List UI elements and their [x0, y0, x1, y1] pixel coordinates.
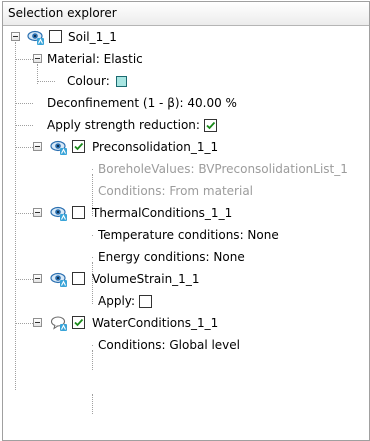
colour-row: Colour:	[67, 70, 127, 92]
tree-guide-line	[15, 103, 33, 104]
tree-item-volume-strain[interactable]: VolumeStrain_1_1	[3, 268, 369, 290]
tree-item-material[interactable]: Material: Elastic	[3, 48, 369, 70]
tree-guide-line	[37, 81, 55, 82]
collapse-icon[interactable]	[33, 142, 42, 151]
energy-conditions-label: Energy conditions: None	[98, 250, 245, 264]
panel-header: Selection explorer	[3, 2, 369, 26]
preconsolidation-label: Preconsolidation_1_1	[92, 140, 219, 154]
panel-title: Selection explorer	[8, 6, 117, 20]
thermal-conditions-label: ThermalConditions_1_1	[92, 206, 233, 220]
collapse-icon[interactable]	[33, 208, 42, 217]
colour-label: Colour:	[67, 74, 110, 88]
eye-icon[interactable]	[50, 138, 68, 156]
tree-guide-line	[15, 213, 33, 214]
water-conditions-checkbox[interactable]	[72, 316, 85, 329]
tree-item-thermal-conditions[interactable]: ThermalConditions_1_1	[3, 202, 369, 224]
tree-item-water-conditions-level[interactable]: Conditions: Global level	[3, 334, 369, 356]
tree-item-preconsolidation[interactable]: Preconsolidation_1_1	[3, 136, 369, 158]
borehole-values-label: BoreholeValues: BVPreconsolidationList_1	[98, 162, 348, 176]
volume-strain-apply-row: Apply:	[98, 290, 153, 312]
tree-guide-line	[92, 345, 93, 346]
volume-strain-label: VolumeStrain_1_1	[92, 272, 200, 286]
tree-item-energy-conditions[interactable]: Energy conditions: None	[3, 246, 369, 268]
soil-checkbox[interactable]	[49, 30, 62, 43]
colour-swatch[interactable]	[115, 76, 127, 87]
tree-item-volume-strain-apply[interactable]: Apply:	[3, 290, 369, 312]
tree-guide-line	[15, 147, 33, 148]
tree-guide-line	[92, 191, 93, 192]
volume-strain-checkbox[interactable]	[72, 272, 85, 285]
water-conditions-level-label: Conditions: Global level	[98, 338, 241, 352]
collapse-icon[interactable]	[33, 274, 42, 283]
collapse-icon[interactable]	[33, 318, 42, 327]
tree-guide-line	[92, 301, 93, 302]
tree-item-preconsolidation-conditions[interactable]: Conditions: From material	[3, 180, 369, 202]
eye-icon[interactable]	[50, 270, 68, 288]
collapse-icon[interactable]	[11, 32, 20, 41]
strength-reduction-checkbox[interactable]	[203, 119, 217, 132]
tree-item-water-conditions[interactable]: WaterConditions_1_1	[3, 312, 369, 334]
tree-item-deconfinement[interactable]: Deconfinement (1 - β): 40.00 %	[3, 92, 369, 114]
tree-item-soil[interactable]: Soil_1_1	[3, 26, 369, 48]
preconsolidation-conditions-label: Conditions: From material	[98, 184, 254, 198]
tree-guide-line	[15, 125, 33, 126]
tree-guide-line	[15, 279, 33, 280]
tree-guide-line	[15, 59, 33, 60]
water-conditions-label: WaterConditions_1_1	[92, 316, 219, 330]
volume-strain-apply-checkbox[interactable]	[139, 295, 153, 308]
tree-guide-line	[92, 235, 93, 236]
tree-item-temperature-conditions[interactable]: Temperature conditions: None	[3, 224, 369, 246]
soil-label: Soil_1_1	[68, 30, 117, 44]
deconfinement-label: Deconfinement (1 - β): 40.00 %	[47, 96, 237, 110]
tree-guide-line	[92, 169, 93, 170]
tree-guide-line	[92, 394, 93, 414]
collapse-icon[interactable]	[33, 54, 42, 63]
temperature-conditions-label: Temperature conditions: None	[98, 228, 279, 242]
strength-reduction-row: Apply strength reduction:	[47, 114, 217, 136]
tree-item-strength-reduction[interactable]: Apply strength reduction:	[3, 114, 369, 136]
speech-bubble-icon[interactable]	[50, 314, 68, 332]
tree-item-borehole-values[interactable]: BoreholeValues: BVPreconsolidationList_1	[3, 158, 369, 180]
thermal-conditions-checkbox[interactable]	[72, 206, 85, 219]
tree-item-colour[interactable]: Colour:	[3, 70, 369, 92]
preconsolidation-checkbox[interactable]	[72, 140, 85, 153]
eye-icon[interactable]	[50, 204, 68, 222]
eye-icon[interactable]	[27, 28, 45, 46]
volume-strain-apply-label: Apply:	[98, 294, 136, 308]
tree-guide-line	[15, 323, 33, 324]
material-label: Material: Elastic	[47, 52, 143, 66]
selection-tree[interactable]: Soil_1_1 Material: Elastic Colour: Decon…	[3, 26, 369, 440]
tree-guide-line	[92, 257, 93, 258]
selection-explorer-panel: Selection explorer Soil_1_1 Material: El…	[2, 1, 370, 441]
strength-reduction-label: Apply strength reduction:	[47, 118, 200, 132]
